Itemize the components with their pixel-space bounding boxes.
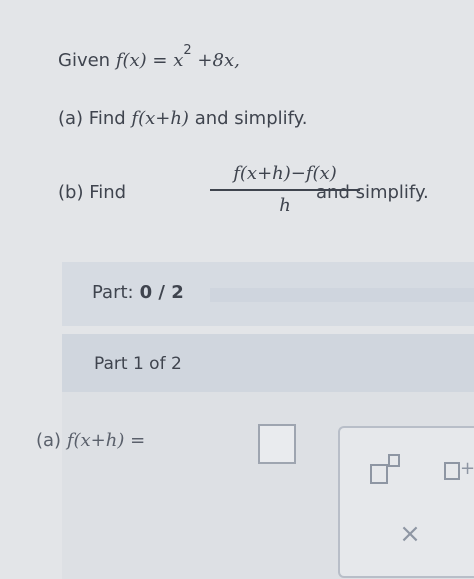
plus-glyph: + [460,458,474,479]
answer-input[interactable] [258,424,296,464]
math-keypad: + × [338,426,474,578]
part-a-prefix: (a) Find [58,108,126,129]
answer-row: (a) f(x+h) = [36,430,145,451]
progress-value: 0 / 2 [139,282,184,303]
given-lhs: f(x) [115,50,147,71]
part-a-expression: f(x+h) [131,108,189,129]
part-a-question: (a) Find f(x+h) and simplify. [58,108,307,129]
box-plus-button[interactable]: + [440,456,474,486]
part-header-label: Part 1 of 2 [94,354,182,374]
clear-button[interactable]: × [396,520,424,548]
progress-section: Part: 0 / 2 [62,262,474,326]
given-prefix: Given [58,50,111,71]
part-b-prefix: (b) Find [58,182,127,203]
answer-expression: f(x+h) [66,430,125,451]
answer-equals: = [130,430,146,451]
part-header: Part 1 of 2 [62,334,474,392]
part-b-question: (b) Find f(x+h)−f(x) h and simplify. [58,162,468,232]
part-b-suffix: and simplify. [316,182,429,203]
clear-icon: × [399,519,421,549]
given-term1-base: x [173,50,184,71]
progress-label: Part: [92,282,134,303]
progress-bar [210,288,474,302]
exponent-button[interactable] [364,452,408,488]
answer-label: (a) [36,430,62,451]
given-term1-exponent: 2 [183,43,192,58]
part-a-suffix: and simplify. [194,108,308,129]
given-function: Given f(x) = x2 +8x, [58,43,240,71]
given-equals: = [152,50,168,71]
given-rest: +8x, [197,50,240,71]
progress-text: Part: 0 / 2 [92,282,184,303]
